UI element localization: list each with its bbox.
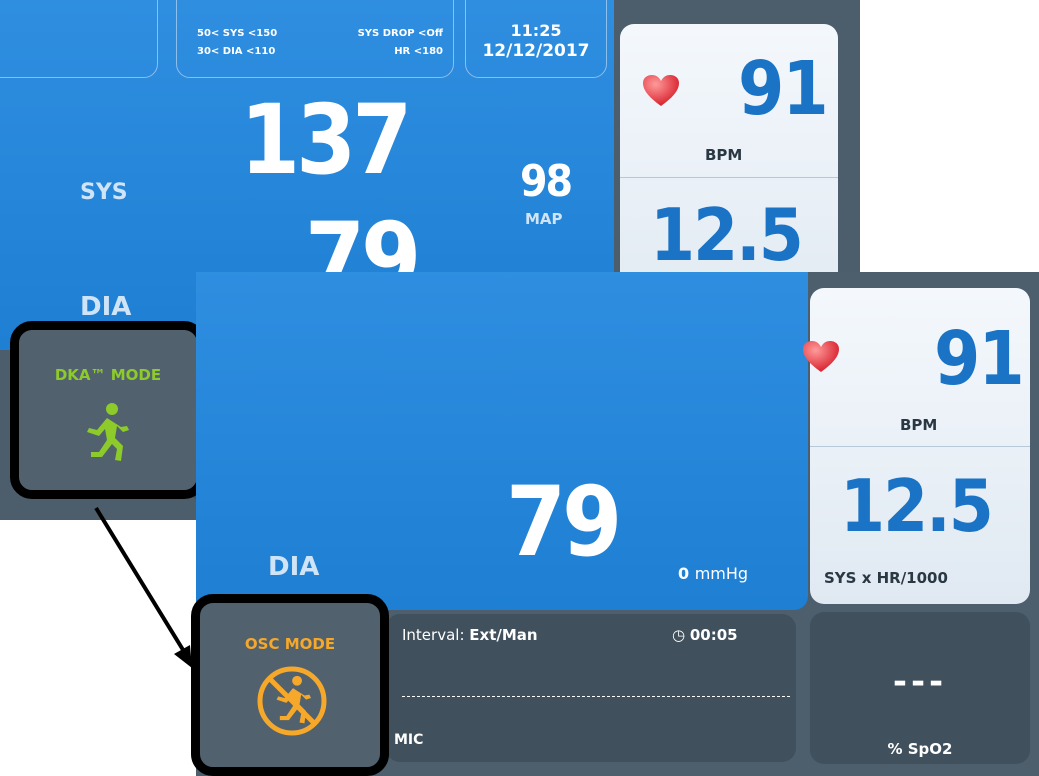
mode-switch-arrow [94, 506, 192, 668]
